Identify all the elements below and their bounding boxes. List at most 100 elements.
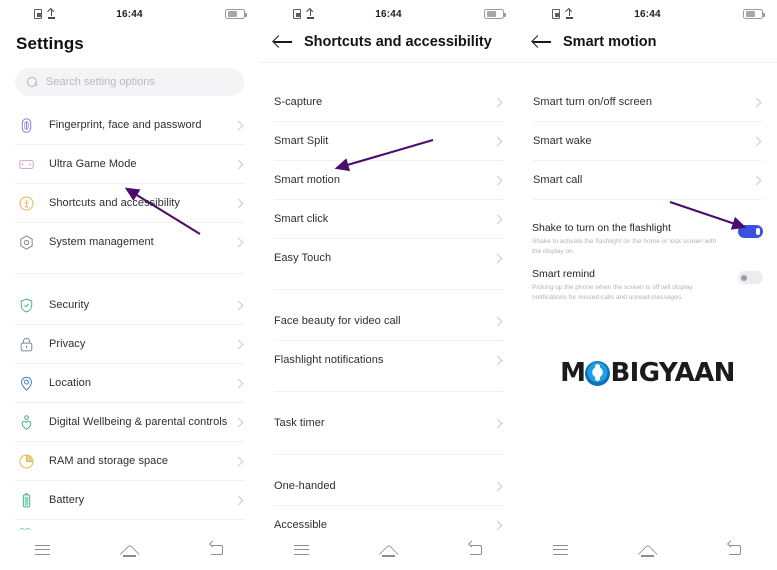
back-icon[interactable] <box>467 539 483 557</box>
status-bar-clock: 16:44 <box>116 8 143 20</box>
back-icon[interactable] <box>726 539 742 557</box>
fingerprint-icon <box>15 117 37 134</box>
settings-list-group-1: Fingerprint, face and password Ultra Gam… <box>0 106 259 261</box>
screenshot-root: 16:44 Settings Search setting options Fi… <box>0 0 777 570</box>
sidebar-item-security[interactable]: Security <box>0 286 259 324</box>
list-item-one-handed[interactable]: One-handed <box>259 467 518 505</box>
list-item-smart-wake[interactable]: Smart wake <box>518 122 777 160</box>
sidebar-item-label: Privacy <box>49 338 86 350</box>
sidebar-item-location[interactable]: Location <box>0 364 259 402</box>
recent-apps-icon[interactable] <box>553 544 569 556</box>
list-item-label: Smart call <box>533 174 583 186</box>
list-item-smart-turn-on-off-screen[interactable]: Smart turn on/off screen <box>518 83 777 121</box>
back-arrow-icon[interactable] <box>273 34 292 50</box>
list-item-smart-click[interactable]: Smart click <box>259 200 518 238</box>
search-icon <box>27 76 38 88</box>
watermark-text-after: BIGYAAN <box>610 358 735 388</box>
list-item-label: Task timer <box>274 417 325 429</box>
sidebar-item-shortcuts-and-accessibility[interactable]: Shortcuts and accessibility <box>0 184 259 222</box>
toggle-row-shake-to-turn-on-flashlight[interactable]: Shake to turn on the flashlight Shake to… <box>518 222 777 256</box>
smart-motion-list: Smart turn on/off screen Smart wake Smar… <box>518 83 777 200</box>
search-container: Search setting options <box>0 54 259 96</box>
toggle-row-smart-remind[interactable]: Smart remind Picking up the phone when t… <box>518 268 777 302</box>
accessibility-icon <box>15 195 37 212</box>
sidebar-item-fingerprint[interactable]: Fingerprint, face and password <box>0 106 259 144</box>
sidebar-item-label: Ultra Game Mode <box>49 158 137 170</box>
back-icon[interactable] <box>208 539 224 557</box>
home-icon[interactable] <box>380 544 397 557</box>
toggle-switch-smart-remind[interactable] <box>738 271 763 285</box>
toggle-text: Smart remind Picking up the phone when t… <box>532 268 738 302</box>
system-navigation-bar <box>259 530 518 570</box>
sidebar-item-privacy[interactable]: Privacy <box>0 325 259 363</box>
sidebar-item-label: RAM and storage space <box>49 455 169 467</box>
page-header: Smart motion <box>518 28 777 50</box>
toggle-switch-flashlight[interactable] <box>738 225 763 238</box>
chevron-right-icon <box>492 316 503 326</box>
recent-apps-icon[interactable] <box>294 544 310 556</box>
list-item-smart-split[interactable]: Smart Split <box>259 122 518 160</box>
chevron-right-icon <box>492 214 503 224</box>
sidebar-item-ultra-game-mode[interactable]: Ultra Game Mode <box>0 145 259 183</box>
list-item-label: Smart Split <box>274 135 329 147</box>
back-arrow-icon[interactable] <box>532 34 551 50</box>
gear-hex-icon <box>15 234 37 251</box>
sidebar-item-label: Shortcuts and accessibility <box>49 197 180 209</box>
chevron-right-icon <box>751 136 762 146</box>
battery-icon <box>225 9 247 19</box>
list-item-easy-touch[interactable]: Easy Touch <box>259 239 518 277</box>
list-item-label: Easy Touch <box>274 252 332 264</box>
toggle-subtitle: Shake to activate the flashlight on the … <box>532 238 717 255</box>
list-item-smart-call[interactable]: Smart call <box>518 161 777 199</box>
chevron-right-icon <box>233 456 244 466</box>
watermark-text: M BIGYAAN <box>560 358 735 388</box>
chevron-right-icon <box>751 97 762 107</box>
chevron-right-icon <box>233 495 244 505</box>
chevron-right-icon <box>492 136 503 146</box>
recent-apps-icon[interactable] <box>35 544 51 556</box>
sidebar-item-ram-and-storage[interactable]: RAM and storage space <box>0 442 259 480</box>
panel-smart-motion: 16:44 Smart motion Smart turn on/off scr… <box>518 0 777 570</box>
shortcuts-list-group-2: Face beauty for video call Flashlight no… <box>259 302 518 379</box>
group-gap <box>259 379 518 391</box>
lock-icon <box>15 336 37 353</box>
chevron-right-icon <box>233 417 244 427</box>
list-item-label: Flashlight notifications <box>274 354 384 366</box>
group-gap <box>259 392 518 404</box>
logo-o-icon <box>585 360 611 386</box>
list-item-face-beauty-for-video-call[interactable]: Face beauty for video call <box>259 302 518 340</box>
list-item-label: S-capture <box>274 96 323 108</box>
group-gap <box>259 455 518 467</box>
page-header: Shortcuts and accessibility <box>259 28 518 50</box>
divider <box>15 519 244 520</box>
group-gap <box>259 290 518 302</box>
chevron-right-icon <box>233 339 244 349</box>
sidebar-item-system-management[interactable]: System management <box>0 223 259 261</box>
chevron-right-icon <box>492 253 503 263</box>
system-navigation-bar <box>518 530 777 570</box>
chevron-right-icon <box>233 120 244 130</box>
chevron-right-icon <box>233 378 244 388</box>
sidebar-item-battery[interactable]: Battery <box>0 481 259 519</box>
list-item-flashlight-notifications[interactable]: Flashlight notifications <box>259 341 518 379</box>
sidebar-item-digital-wellbeing[interactable]: Digital Wellbeing & parental controls <box>0 403 259 441</box>
list-item-label: Smart click <box>274 213 329 225</box>
home-icon[interactable] <box>639 544 656 557</box>
list-item-label: Face beauty for video call <box>274 315 401 327</box>
chevron-right-icon <box>492 481 503 491</box>
pie-storage-icon <box>15 453 37 470</box>
panel-shortcuts-and-accessibility: 16:44 Shortcuts and accessibility S-capt… <box>259 0 518 570</box>
panel-settings: 16:44 Settings Search setting options Fi… <box>0 0 259 570</box>
page-title: Smart motion <box>563 34 657 50</box>
watermark-text-before: M <box>560 358 586 388</box>
search-input[interactable]: Search setting options <box>15 68 244 96</box>
status-bar-clock: 16:44 <box>375 8 402 20</box>
group-gap <box>0 274 259 286</box>
list-item-task-timer[interactable]: Task timer <box>259 404 518 442</box>
shortcuts-list-group-3: Task timer <box>259 404 518 442</box>
home-icon[interactable] <box>121 544 138 557</box>
search-placeholder: Search setting options <box>46 76 155 88</box>
list-item-smart-motion[interactable]: Smart motion <box>259 161 518 199</box>
battery-vertical-icon <box>15 492 37 509</box>
list-item-s-capture[interactable]: S-capture <box>259 83 518 121</box>
